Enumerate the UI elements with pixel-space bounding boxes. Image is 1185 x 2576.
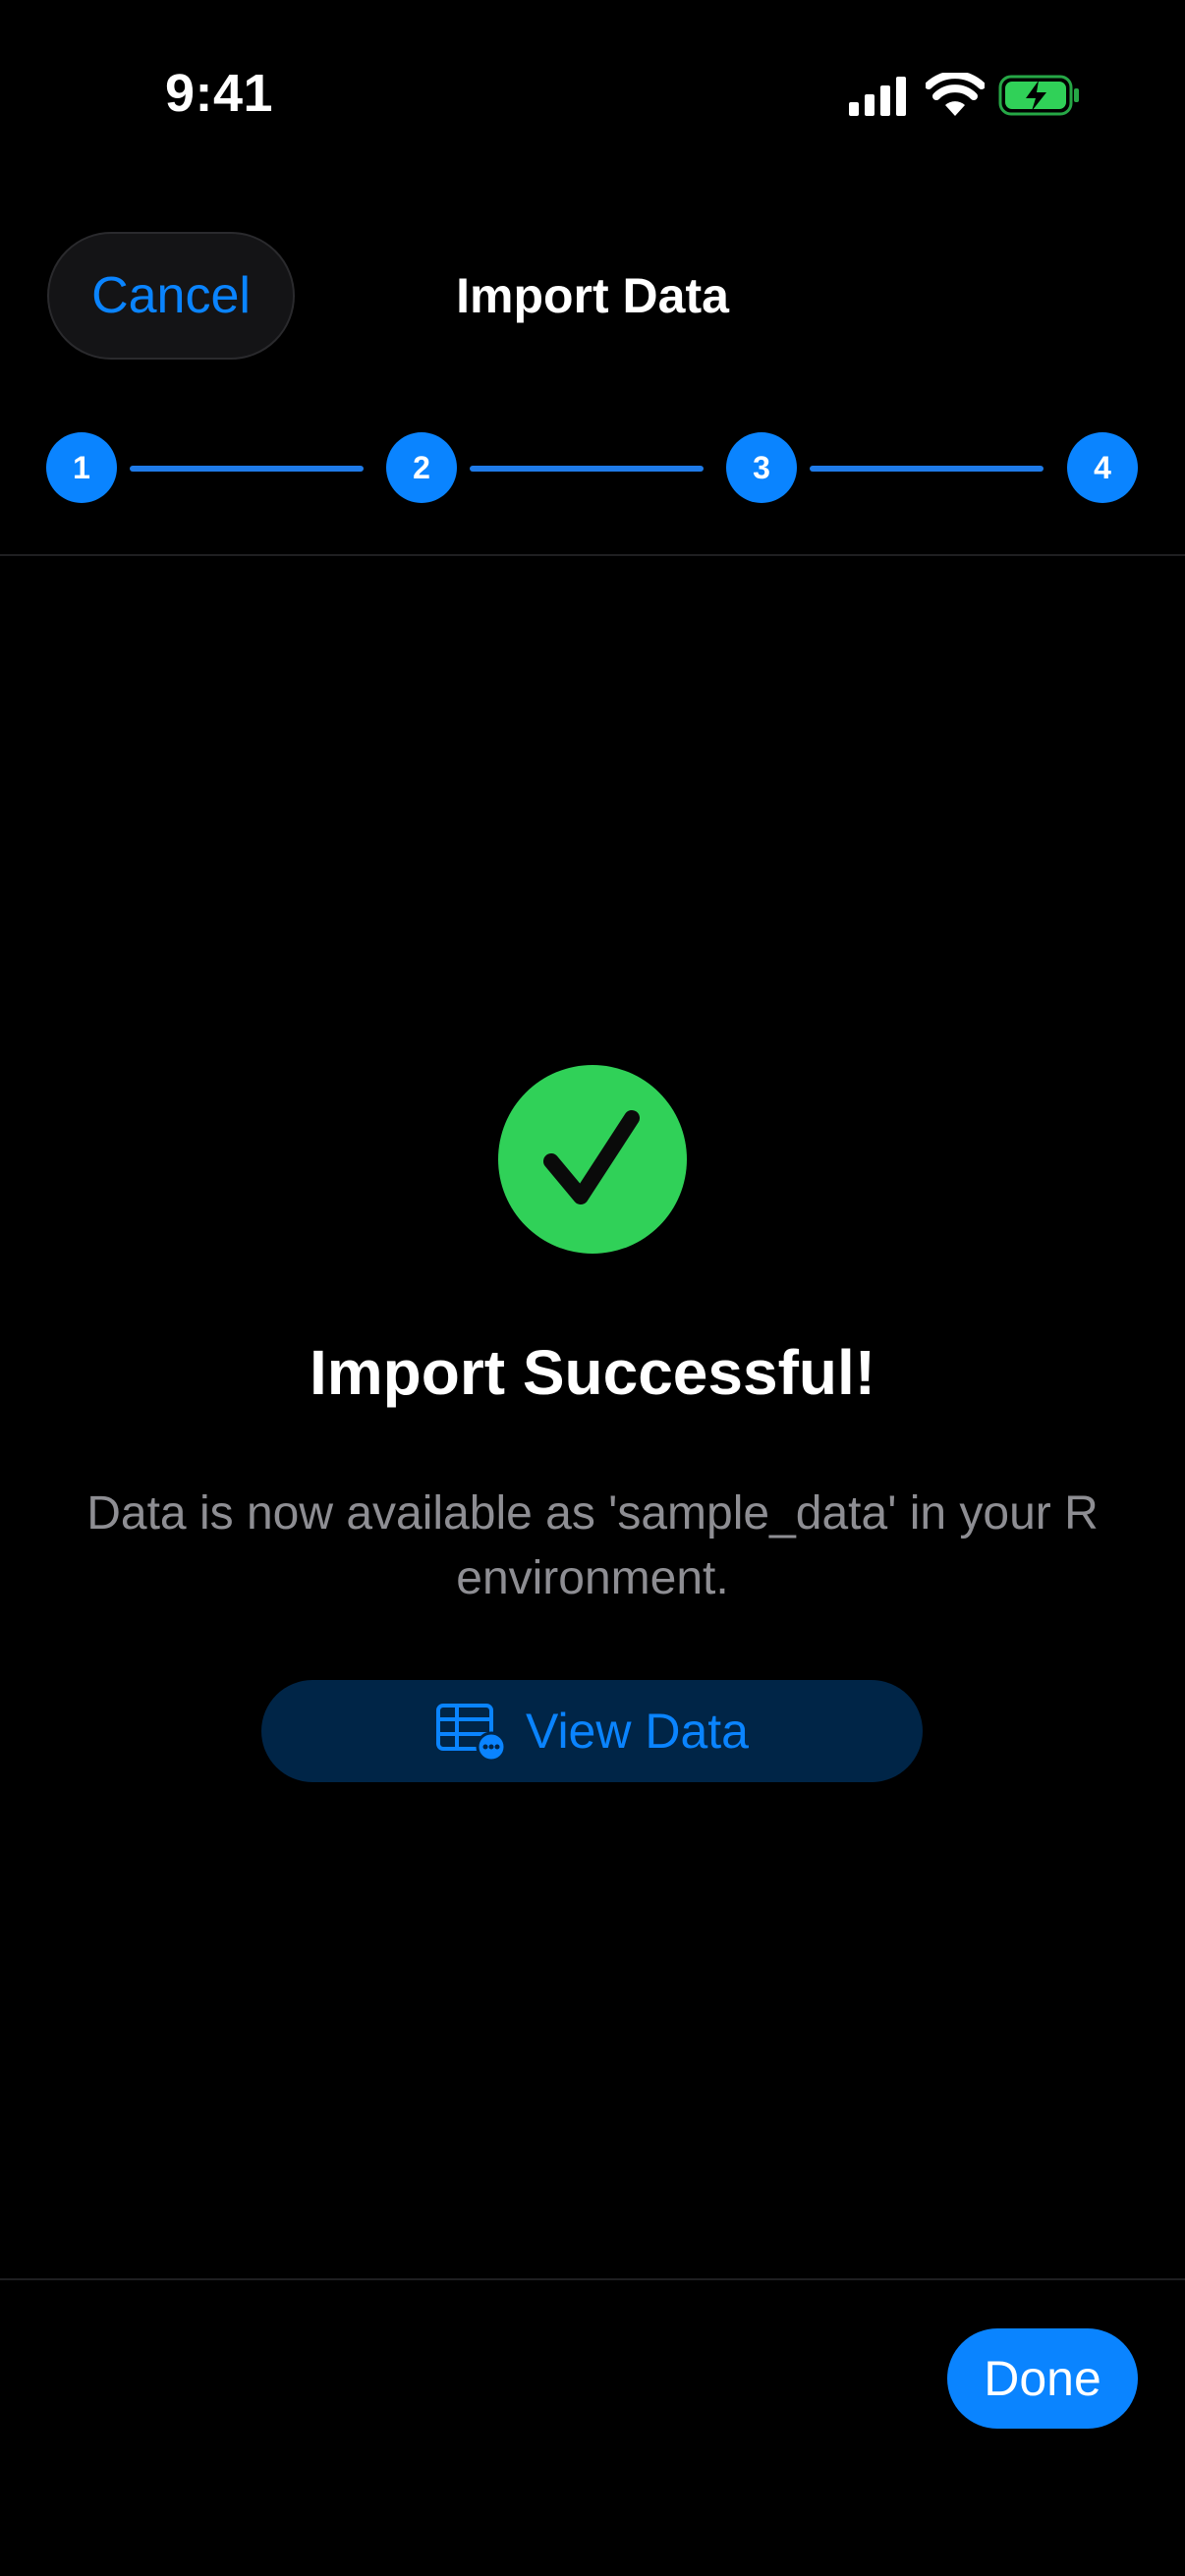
battery-charging-icon xyxy=(998,75,1079,116)
step-1-indicator: 1 xyxy=(46,432,117,503)
header-divider xyxy=(0,554,1185,556)
wifi-icon xyxy=(926,73,985,116)
step-3-indicator: 3 xyxy=(726,432,797,503)
step-4-indicator: 4 xyxy=(1067,432,1138,503)
view-data-label: View Data xyxy=(526,1704,749,1759)
table-icon xyxy=(436,1704,506,1761)
success-message: Data is now available as 'sample_data' i… xyxy=(86,1487,1099,1604)
step-2-indicator: 2 xyxy=(386,432,457,503)
step-connector xyxy=(810,466,1044,472)
success-title: Import Successful! xyxy=(309,1337,876,1408)
done-button[interactable]: Done xyxy=(947,2328,1138,2429)
checkmark-circle-icon xyxy=(498,1065,687,1254)
footer-divider xyxy=(0,2278,1185,2280)
page-title: Import Data xyxy=(456,268,729,323)
status-time: 9:41 xyxy=(165,64,274,123)
cellular-signal-icon xyxy=(849,77,906,116)
checkmark-icon xyxy=(543,1110,640,1204)
progress-stepper: 1 2 3 4 xyxy=(0,432,1185,511)
step-connector xyxy=(470,466,704,472)
step-connector xyxy=(130,466,364,472)
view-data-button[interactable]: View Data xyxy=(261,1680,923,1782)
import-data-screen: 9:41 Cancel Import Data 1 2 3 4 Import S… xyxy=(0,0,1185,2576)
status-bar: 9:41 xyxy=(0,0,1185,187)
